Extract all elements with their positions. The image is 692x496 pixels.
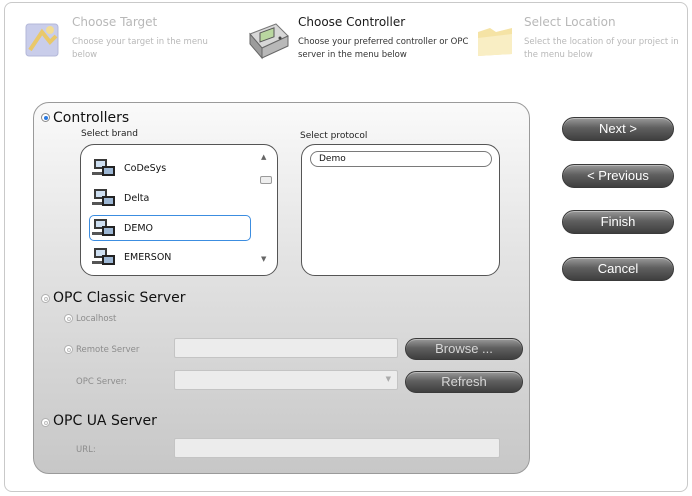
step-description: Choose your preferred controller or OPC …: [298, 37, 469, 60]
computer-icon: [92, 159, 115, 176]
brand-list[interactable]: CoDeSys Delta DEMO EMERSON ▲ ▼: [80, 144, 278, 276]
scroll-thumb[interactable]: [260, 176, 272, 184]
url-label: URL:: [76, 445, 96, 455]
brand-name: EMERSON: [124, 252, 172, 263]
controller-icon: [249, 23, 289, 60]
list-item[interactable]: Delta: [92, 188, 254, 210]
brand-name: DEMO: [124, 223, 153, 234]
opc-server-label: OPC Server:: [76, 377, 128, 387]
opc-ua-radio[interactable]: [41, 418, 50, 427]
step-select-location: Select Location Select the location of y…: [472, 10, 687, 80]
next-button[interactable]: Next >: [562, 117, 674, 141]
step-title: Choose Controller: [298, 15, 406, 29]
url-input[interactable]: [174, 438, 500, 458]
remote-server-label: Remote Server: [76, 345, 140, 355]
remote-server-radio[interactable]: [64, 345, 73, 354]
step-title: Choose Target: [72, 15, 158, 29]
select-brand-label: Select brand: [81, 129, 138, 139]
refresh-button[interactable]: Refresh: [405, 371, 523, 393]
opc-classic-radio[interactable]: [41, 294, 50, 303]
remote-server-input[interactable]: [174, 338, 398, 358]
controllers-radio[interactable]: [41, 113, 50, 122]
step-choose-target: Choose Target Choose your target in the …: [20, 10, 240, 80]
step-description: Choose your target in the menu below: [72, 37, 208, 60]
target-icon: [25, 23, 59, 57]
computer-icon: [92, 248, 115, 265]
finish-button[interactable]: Finish: [562, 210, 674, 234]
brand-name: CoDeSys: [124, 163, 167, 174]
scroll-up-icon[interactable]: ▲: [261, 153, 266, 161]
controllers-label: Controllers: [53, 110, 130, 126]
opc-classic-label: OPC Classic Server: [53, 290, 186, 306]
browse-button[interactable]: Browse ...: [405, 338, 523, 360]
localhost-label: Localhost: [76, 314, 117, 324]
scroll-down-icon[interactable]: ▼: [261, 255, 266, 263]
list-item[interactable]: CoDeSys: [92, 158, 254, 180]
chevron-down-icon: ▼: [385, 375, 391, 383]
localhost-radio[interactable]: [64, 314, 73, 323]
brand-name: Delta: [124, 193, 150, 204]
step-title: Select Location: [524, 15, 616, 29]
brand-list-scrollbar[interactable]: ▲ ▼: [258, 151, 272, 263]
list-item[interactable]: EMERSON: [92, 247, 254, 269]
list-item-selected[interactable]: DEMO: [89, 215, 251, 241]
step-choose-controller: Choose Controller Choose your preferred …: [246, 10, 476, 80]
computer-icon: [92, 219, 115, 236]
select-protocol-label: Select protocol: [300, 131, 368, 141]
folder-icon: [478, 28, 512, 56]
cancel-button[interactable]: Cancel: [562, 257, 674, 281]
opc-ua-label: OPC UA Server: [53, 413, 157, 429]
opc-server-select[interactable]: ▼: [174, 370, 398, 390]
protocol-list[interactable]: Demo: [301, 144, 500, 276]
step-description: Select the location of your project in t…: [524, 37, 679, 60]
list-item-selected[interactable]: Demo: [310, 151, 492, 167]
previous-button[interactable]: < Previous: [562, 164, 674, 188]
computer-icon: [92, 189, 115, 206]
